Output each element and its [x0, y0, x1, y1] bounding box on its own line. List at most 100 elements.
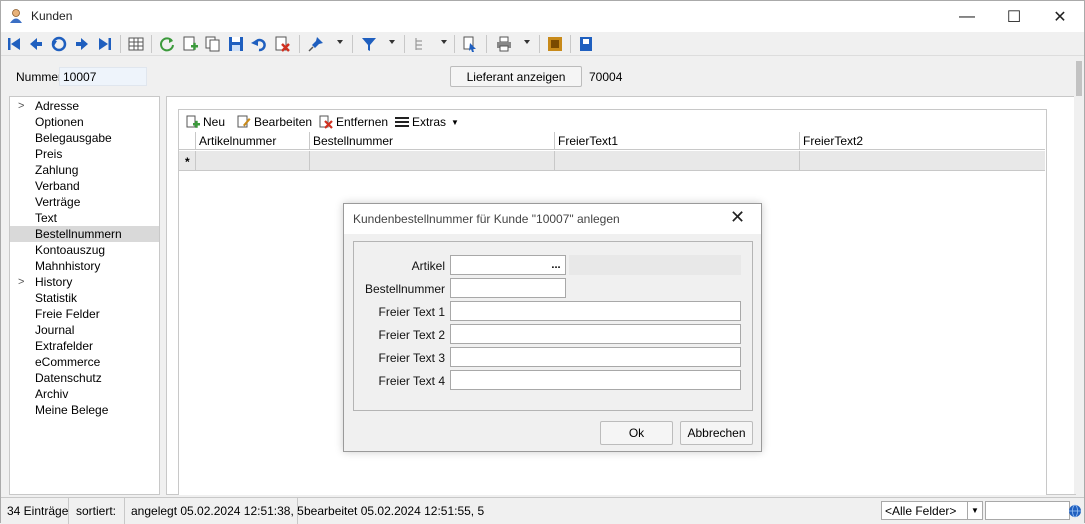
first-record-icon[interactable]: [5, 35, 23, 53]
minimize-button[interactable]: —: [944, 1, 990, 32]
save-layout-icon[interactable]: [577, 35, 595, 53]
number-label: Nummer: [16, 70, 63, 84]
tree-view-icon[interactable]: [412, 35, 430, 53]
title-bar: Kunden — ☐ ✕: [1, 1, 1084, 32]
nav-item-mahnhistory[interactable]: Mahnhistory: [10, 258, 159, 274]
nav-item-datenschutz[interactable]: Datenschutz: [10, 370, 159, 386]
ok-button[interactable]: Ok: [600, 421, 673, 445]
nav-item-extrafelder[interactable]: Extrafelder: [10, 338, 159, 354]
section-navigation: > Adresse Optionen Belegausgabe Preis Zah…: [9, 96, 160, 495]
dialog-title: Kundenbestellnummer für Kunde "10007" an…: [353, 212, 620, 226]
nav-item-bestellnummern[interactable]: Bestellnummern: [10, 226, 159, 242]
sort-status: sortiert:: [70, 498, 125, 524]
freier-text-1-label: Freier Text 1: [378, 305, 445, 319]
column-header-bestellnummer[interactable]: Bestellnummer: [309, 132, 554, 150]
nav-item-vertraege[interactable]: Verträge: [10, 194, 159, 210]
print-icon[interactable]: [495, 35, 513, 53]
vertical-scrollbar[interactable]: [1074, 57, 1084, 494]
grid-new-button[interactable]: Neu: [186, 114, 225, 130]
nav-item-preis[interactable]: Preis: [10, 146, 159, 162]
print-dropdown-arrow[interactable]: [524, 40, 530, 44]
table-view-icon[interactable]: [127, 35, 145, 53]
cancel-button[interactable]: Abbrechen: [680, 421, 753, 445]
freier-text-2-field[interactable]: [450, 324, 741, 344]
save-icon[interactable]: [227, 35, 245, 53]
freier-text-3-label: Freier Text 3: [378, 351, 445, 365]
nav-item-verband[interactable]: Verband: [10, 178, 159, 194]
refresh-icon[interactable]: [158, 35, 176, 53]
nav-item-optionen[interactable]: Optionen: [10, 114, 159, 130]
pin-dropdown-arrow[interactable]: [337, 40, 343, 44]
nav-item-adresse[interactable]: > Adresse: [10, 98, 159, 114]
new-icon: [186, 115, 200, 128]
edited-info: bearbeitet 05.02.2024 12:51:55, 5: [304, 504, 485, 518]
artikel-browse-button[interactable]: ...: [547, 256, 565, 274]
chevron-down-icon: ▼: [451, 117, 459, 127]
maximize-button[interactable]: ☐: [991, 1, 1037, 32]
nav-item-archiv[interactable]: Archiv: [10, 386, 159, 402]
chevron-down-icon: ▼: [971, 506, 979, 515]
scrollbar-thumb[interactable]: [1076, 61, 1082, 96]
artikel-field[interactable]: ...: [450, 255, 566, 275]
last-record-icon[interactable]: [96, 35, 114, 53]
filter-dropdown-arrow[interactable]: [389, 40, 395, 44]
tree-dropdown-arrow[interactable]: [441, 40, 447, 44]
grid-edit-button[interactable]: Bearbeiten: [237, 114, 312, 130]
number-field[interactable]: 10007: [59, 67, 147, 86]
nav-item-text[interactable]: Text: [10, 210, 159, 226]
close-button[interactable]: ✕: [1037, 1, 1083, 32]
bestellnummer-field[interactable]: [450, 278, 566, 298]
new-row-marker: *: [185, 155, 190, 169]
undo-icon[interactable]: [250, 35, 268, 53]
new-row[interactable]: *: [179, 151, 1045, 171]
freier-text-1-field[interactable]: [450, 301, 741, 321]
document-select-icon[interactable]: [461, 35, 479, 53]
remove-icon: [319, 115, 333, 129]
nav-item-kontoauszug[interactable]: Kontoauszug: [10, 242, 159, 258]
search-field-dropdown[interactable]: ▼: [967, 501, 983, 520]
nav-item-belegausgabe[interactable]: Belegausgabe: [10, 130, 159, 146]
nav-item-ecommerce[interactable]: eCommerce: [10, 354, 159, 370]
search-globe-icon[interactable]: [1068, 504, 1082, 518]
delete-record-icon[interactable]: [273, 35, 291, 53]
expand-arrow-icon[interactable]: >: [18, 98, 24, 114]
expand-arrow-icon[interactable]: >: [18, 274, 24, 290]
nav-item-zahlung[interactable]: Zahlung: [10, 162, 159, 178]
freier-text-4-label: Freier Text 4: [378, 374, 445, 388]
bestellnummer-label: Bestellnummer: [364, 282, 445, 296]
window-title: Kunden: [31, 9, 73, 23]
next-record-icon[interactable]: [73, 35, 91, 53]
dialog-fields-group: Artikel ... Bestellnummer Freier Text 1 …: [353, 241, 753, 411]
previous-record-icon[interactable]: [27, 35, 45, 53]
filter-icon[interactable]: [360, 35, 378, 53]
nav-item-meine-belege[interactable]: Meine Belege: [10, 402, 159, 418]
menu-icon: [395, 117, 409, 127]
column-header-freiertext1[interactable]: FreierText1: [554, 132, 799, 150]
copy-record-icon[interactable]: [204, 35, 222, 53]
pin-icon[interactable]: [307, 35, 325, 53]
column-header-artikelnummer[interactable]: Artikelnummer: [195, 132, 309, 150]
create-order-number-dialog: Kundenbestellnummer für Kunde "10007" an…: [343, 203, 762, 452]
back-history-icon[interactable]: [50, 35, 68, 53]
edit-icon: [237, 115, 251, 128]
dialog-title-bar: Kundenbestellnummer für Kunde "10007" an…: [344, 204, 761, 234]
nav-item-history[interactable]: > History: [10, 274, 159, 290]
nav-item-statistik[interactable]: Statistik: [10, 290, 159, 306]
customer-window: Kunden — ☐ ✕ Nummer 10007 Lieferant anze…: [0, 0, 1085, 524]
nav-item-freie-felder[interactable]: Freie Felder: [10, 306, 159, 322]
nav-item-journal[interactable]: Journal: [10, 322, 159, 338]
freier-text-4-field[interactable]: [450, 370, 741, 390]
module-icon[interactable]: [546, 35, 564, 53]
grid-extras-menu[interactable]: Extras ▼: [395, 114, 459, 130]
freier-text-3-field[interactable]: [450, 347, 741, 367]
freier-text-2-label: Freier Text 2: [378, 328, 445, 342]
grid-remove-button[interactable]: Entfernen: [319, 114, 388, 130]
search-input[interactable]: [985, 501, 1070, 520]
new-record-icon[interactable]: [181, 35, 199, 53]
search-field-select[interactable]: <Alle Felder>: [881, 501, 969, 520]
artikel-label: Artikel: [411, 259, 445, 273]
created-info: angelegt 05.02.2024 12:51:38, 5: [125, 498, 304, 524]
column-header-freiertext2[interactable]: FreierText2: [799, 132, 1044, 150]
show-supplier-button[interactable]: Lieferant anzeigen: [450, 66, 582, 87]
dialog-close-button[interactable]: ✕: [730, 207, 745, 228]
